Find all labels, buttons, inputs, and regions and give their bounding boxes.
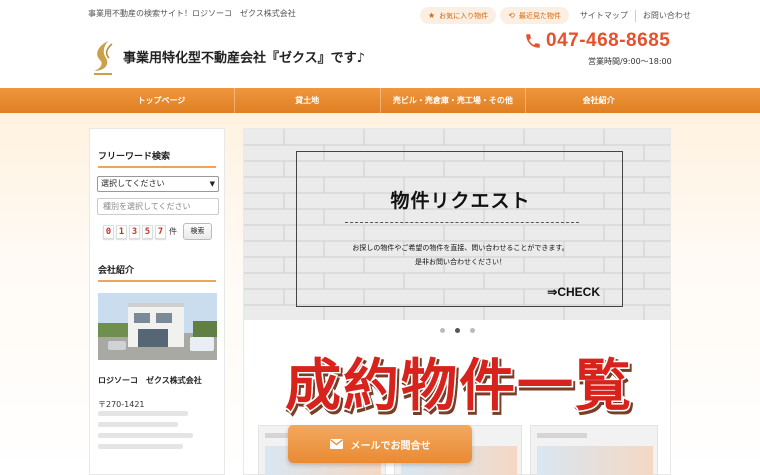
company-name: ロジソーコ ゼクス株式会社: [98, 376, 202, 385]
main-content: 物件リクエスト お探しの物件やご希望の物件を直接、問い合わせることができます。 …: [243, 128, 671, 475]
site-title: 事業用特化型不動産会社『ゼクス』です♪: [123, 51, 365, 66]
search-button[interactable]: 検索: [183, 223, 212, 240]
site-tagline: 事業用不動産の検索サイト！ロジソーコ ゼクス株式会社: [88, 9, 296, 18]
counter-unit: 件: [169, 227, 177, 236]
recent-button[interactable]: ⟲ 最近見た物件: [500, 7, 569, 24]
counter-digit: 7: [155, 224, 166, 239]
nav-item-sale-properties[interactable]: 売ビル・売倉庫・売工場・その他: [381, 88, 527, 113]
nav-item-top[interactable]: トップページ: [89, 88, 235, 113]
counter-digit: 3: [129, 224, 140, 239]
slider-dot[interactable]: [439, 328, 445, 333]
utility-bar: ★ お気に入り物件 ⟲ 最近見た物件 サイトマップ お問い合わせ: [420, 7, 698, 24]
request-title: 物件リクエスト: [390, 190, 531, 212]
counter-digit: 1: [116, 224, 127, 239]
property-card[interactable]: [530, 425, 658, 475]
category-select-value: 選択してください: [101, 179, 165, 188]
postal-code: 〒270-1421: [98, 400, 145, 409]
company-building-photo[interactable]: [98, 293, 217, 360]
sitemap-link[interactable]: サイトマップ: [573, 10, 635, 22]
type-input[interactable]: 種別を選択してください: [97, 198, 219, 215]
phone-block[interactable]: 047-468-8685: [524, 30, 670, 52]
counter-digit: 0: [103, 224, 114, 239]
contact-link[interactable]: お問い合わせ: [634, 9, 698, 22]
counter-digit: 5: [142, 224, 153, 239]
category-select[interactable]: 選択してください ▼: [97, 176, 219, 192]
main-nav: トップページ 貸土地 売ビル・売倉庫・売工場・その他 会社紹介: [0, 88, 760, 113]
company-heading: 会社紹介: [98, 263, 216, 282]
favorites-label: お気に入り物件: [439, 11, 489, 20]
phone-icon: [526, 34, 540, 48]
request-desc-line1: お探しの物件やご希望の物件を直接、問い合わせることができます。: [352, 244, 569, 252]
favorites-button[interactable]: ★ お気に入り物件: [420, 7, 497, 24]
request-divider: [345, 222, 579, 223]
slider-dot[interactable]: [469, 328, 475, 333]
request-desc-line2: 是非お問い合わせください！: [415, 258, 506, 266]
company-address-lines: [98, 411, 208, 455]
business-hours: 営業時間/9:00～18:00: [588, 57, 672, 66]
slider-dot-active[interactable]: [454, 328, 460, 333]
history-icon: ⟲: [508, 11, 515, 20]
recent-label: 最近見た物件: [518, 11, 561, 20]
slider-pagination: [244, 328, 670, 333]
mail-contact-button[interactable]: メールでお問合せ: [288, 425, 472, 463]
free-word-search-heading: フリーワード検索: [98, 149, 216, 168]
star-icon: ★: [428, 11, 436, 20]
request-frame: 物件リクエスト お探しの物件やご希望の物件を直接、問い合わせることができます。 …: [296, 151, 623, 307]
header: 事業用不動産の検索サイト！ロジソーコ ゼクス株式会社 ★ お気に入り物件 ⟲ 最…: [0, 0, 760, 88]
sidebar: フリーワード検索 選択してください ▼ 種別を選択してください 0 1 3 5 …: [89, 128, 225, 475]
result-counter: 0 1 3 5 7 件 検索: [103, 223, 212, 240]
hero-slider[interactable]: 物件リクエスト お探しの物件やご希望の物件を直接、問い合わせることができます。 …: [244, 129, 670, 320]
mail-contact-label: メールでお問合せ: [350, 440, 431, 452]
nav-item-company[interactable]: 会社紹介: [526, 88, 671, 113]
request-description: お探しの物件やご希望の物件を直接、問い合わせることができます。 是非お問い合わせ…: [297, 241, 624, 269]
mail-icon: [329, 439, 343, 449]
request-check-link[interactable]: ⇒CHECK: [547, 285, 600, 299]
nav-item-rental-land[interactable]: 貸土地: [235, 88, 381, 113]
phone-number[interactable]: 047-468-8685: [546, 30, 670, 52]
chevron-down-icon: ▼: [209, 180, 215, 188]
sold-properties-banner[interactable]: 成約物件一覧: [260, 343, 658, 423]
company-logo[interactable]: [88, 38, 120, 78]
banner-text: 成約物件一覧: [285, 354, 633, 419]
